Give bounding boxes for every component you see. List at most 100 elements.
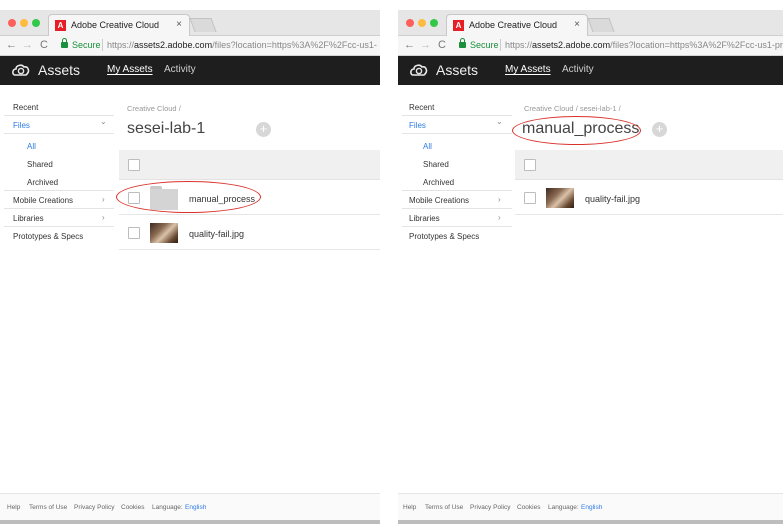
footer-link-help[interactable]: Help — [7, 504, 20, 511]
image-thumbnail — [546, 188, 574, 208]
sidebar-divider — [402, 208, 512, 209]
url-scheme: https:// — [505, 40, 533, 50]
minimize-window-icon[interactable] — [20, 19, 28, 27]
footer-link-help[interactable]: Help — [403, 504, 416, 511]
sidebar-item-shared[interactable]: Shared — [423, 160, 449, 169]
file-name[interactable]: quality-fail.jpg — [189, 229, 244, 239]
footer-link-terms[interactable]: Terms of Use — [425, 504, 463, 511]
footer: Help Terms of Use Privacy Policy Cookies… — [398, 493, 783, 520]
sidebar-item-shared[interactable]: Shared — [27, 160, 53, 169]
image-thumbnail — [150, 223, 178, 243]
sidebar-item-archived[interactable]: Archived — [423, 178, 454, 187]
footer-language-select[interactable]: English — [185, 504, 206, 511]
url-separator — [102, 39, 103, 51]
screenshot-panel-right: A Adobe Creative Cloud × ← → C Secure ht… — [398, 0, 783, 524]
close-window-icon[interactable] — [406, 19, 414, 27]
chevron-down-icon[interactable]: ⌄ — [100, 117, 107, 126]
minimize-window-icon[interactable] — [418, 19, 426, 27]
chevron-right-icon[interactable]: › — [102, 213, 105, 222]
nav-my-assets[interactable]: My Assets — [505, 64, 551, 75]
add-icon[interactable]: + — [652, 122, 667, 137]
chevron-right-icon[interactable]: › — [498, 213, 501, 222]
sidebar-item-all[interactable]: All — [27, 142, 36, 151]
sidebar-divider — [4, 115, 114, 116]
new-tab-button[interactable] — [587, 18, 615, 32]
file-list-header — [119, 150, 380, 180]
sidebar-divider — [4, 133, 114, 134]
sidebar-item-recent[interactable]: Recent — [409, 103, 434, 112]
tab-title: Adobe Creative Cloud — [469, 20, 558, 30]
reload-icon[interactable]: C — [40, 39, 48, 51]
maximize-window-icon[interactable] — [32, 19, 40, 27]
footer-link-terms[interactable]: Terms of Use — [29, 504, 67, 511]
sidebar-item-prototypes-specs[interactable]: Prototypes & Specs — [13, 232, 83, 241]
nav-activity[interactable]: Activity — [164, 64, 196, 75]
table-row[interactable]: quality-fail.jpg — [119, 216, 380, 250]
sidebar-item-libraries[interactable]: Libraries — [13, 214, 44, 223]
sidebar-item-mobile-creations[interactable]: Mobile Creations — [13, 196, 73, 205]
nav-my-assets[interactable]: My Assets — [107, 64, 153, 75]
sidebar-divider — [402, 190, 512, 191]
sidebar-item-archived[interactable]: Archived — [27, 178, 58, 187]
browser-tab[interactable]: A Adobe Creative Cloud × — [48, 14, 190, 36]
screenshot-panel-left: A Adobe Creative Cloud × ← → C Secure ht… — [0, 0, 380, 524]
address-bar: ← → C Secure https://assets2.adobe.com/f… — [398, 36, 783, 56]
select-all-checkbox[interactable] — [524, 159, 536, 171]
url-input[interactable]: https://assets2.adobe.com/files?location… — [107, 40, 377, 50]
sidebar-item-files[interactable]: Files — [409, 121, 426, 130]
creative-cloud-logo-icon[interactable] — [12, 63, 30, 77]
row-checkbox[interactable] — [128, 227, 140, 239]
footer-link-privacy[interactable]: Privacy Policy — [74, 504, 114, 511]
table-row[interactable]: quality-fail.jpg — [515, 181, 783, 215]
sidebar-item-libraries[interactable]: Libraries — [409, 214, 440, 223]
footer: Help Terms of Use Privacy Policy Cookies… — [0, 493, 380, 520]
sidebar-item-recent[interactable]: Recent — [13, 103, 38, 112]
chevron-down-icon[interactable]: ⌄ — [496, 117, 503, 126]
sidebar-divider — [402, 115, 512, 116]
address-bar: ← → C Secure https://assets2.adobe.com/f… — [0, 36, 380, 56]
creative-cloud-logo-icon[interactable] — [410, 63, 428, 77]
nav-activity[interactable]: Activity — [562, 64, 594, 75]
footer-link-cookies[interactable]: Cookies — [517, 504, 540, 511]
reload-icon[interactable]: C — [438, 39, 446, 51]
app-title[interactable]: Assets — [436, 62, 478, 78]
footer-link-cookies[interactable]: Cookies — [121, 504, 144, 511]
secure-label: Secure — [72, 40, 101, 50]
app-title[interactable]: Assets — [38, 62, 80, 78]
breadcrumb[interactable]: Creative Cloud / — [127, 104, 181, 113]
new-tab-button[interactable] — [189, 18, 217, 32]
back-arrow-icon[interactable]: ← — [404, 39, 415, 51]
sidebar-divider — [402, 133, 512, 134]
adobe-favicon-icon: A — [453, 20, 464, 31]
chevron-right-icon[interactable]: › — [498, 195, 501, 204]
row-checkbox[interactable] — [524, 192, 536, 204]
url-input[interactable]: https://assets2.adobe.com/files?location… — [505, 40, 783, 50]
file-name[interactable]: quality-fail.jpg — [585, 194, 640, 204]
tab-title: Adobe Creative Cloud — [71, 20, 160, 30]
select-all-checkbox[interactable] — [128, 159, 140, 171]
sidebar-item-mobile-creations[interactable]: Mobile Creations — [409, 196, 469, 205]
app-header: Assets My Assets Activity — [398, 56, 783, 85]
app-header: Assets My Assets Activity — [0, 56, 380, 85]
footer-language-select[interactable]: English — [581, 504, 602, 511]
forward-arrow-icon[interactable]: → — [420, 39, 431, 51]
footer-link-privacy[interactable]: Privacy Policy — [470, 504, 510, 511]
add-icon[interactable]: + — [256, 122, 271, 137]
maximize-window-icon[interactable] — [430, 19, 438, 27]
back-arrow-icon[interactable]: ← — [6, 39, 17, 51]
footer-language-label: Language: — [548, 504, 579, 511]
browser-tab[interactable]: A Adobe Creative Cloud × — [446, 14, 588, 36]
adobe-favicon-icon: A — [55, 20, 66, 31]
forward-arrow-icon[interactable]: → — [22, 39, 33, 51]
chevron-right-icon[interactable]: › — [102, 195, 105, 204]
sidebar-divider — [4, 226, 114, 227]
annotation-circle — [116, 181, 261, 213]
breadcrumb[interactable]: Creative Cloud / sesei-lab-1 / — [524, 104, 621, 113]
tab-close-icon[interactable]: × — [574, 19, 580, 30]
sidebar-item-files[interactable]: Files — [13, 121, 30, 130]
tab-close-icon[interactable]: × — [176, 19, 182, 30]
sidebar-item-all[interactable]: All — [423, 142, 432, 151]
close-window-icon[interactable] — [8, 19, 16, 27]
sidebar-item-prototypes-specs[interactable]: Prototypes & Specs — [409, 232, 479, 241]
sidebar-divider — [4, 190, 114, 191]
